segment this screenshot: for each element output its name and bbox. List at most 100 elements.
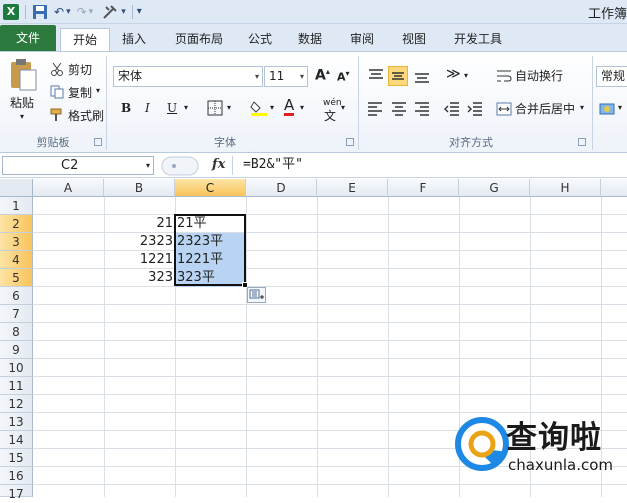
insert-function-button[interactable]: fx	[212, 157, 225, 172]
merge-center-icon	[496, 102, 512, 116]
number-format-combo[interactable]: 常规	[596, 66, 627, 87]
accounting-format-icon[interactable]	[598, 100, 616, 118]
paste-dropdown-icon[interactable]: ▾	[20, 112, 24, 121]
grow-font-icon[interactable]: A▴	[315, 67, 330, 84]
decrease-indent-icon[interactable]	[443, 100, 461, 118]
underline-button[interactable]: U	[167, 101, 177, 115]
tab-review[interactable]: 审阅	[342, 28, 382, 51]
font-size-dropdown-icon[interactable]: ▾	[300, 67, 304, 86]
row-header[interactable]: 8	[0, 323, 33, 341]
auto-fill-options-button[interactable]	[247, 287, 266, 303]
row-header[interactable]: 15	[0, 449, 33, 467]
save-icon[interactable]	[32, 4, 48, 20]
row-header[interactable]: 7	[0, 305, 33, 323]
cell-b3[interactable]: 2323	[104, 233, 175, 251]
align-right-icon[interactable]	[413, 100, 431, 118]
font-group-label: 字体	[214, 136, 236, 149]
merge-dropdown-icon[interactable]: ▾	[580, 103, 584, 112]
row-header[interactable]: 16	[0, 467, 33, 485]
column-header-partial[interactable]	[601, 179, 627, 197]
font-launcher-icon[interactable]	[346, 138, 354, 146]
align-bottom-icon[interactable]	[412, 66, 432, 86]
formula-input[interactable]: =B2&"平"	[232, 156, 627, 175]
orientation-dropdown-icon[interactable]: ▾	[464, 71, 468, 80]
tab-developer[interactable]: 开发工具	[446, 28, 510, 51]
accounting-dropdown-icon[interactable]: ▾	[618, 103, 622, 112]
tab-data[interactable]: 数据	[290, 28, 330, 51]
font-size-combo[interactable]: 11 ▾	[264, 66, 308, 87]
row-header[interactable]: 13	[0, 413, 33, 431]
borders-icon[interactable]	[207, 100, 223, 116]
paste-button[interactable]: 粘贴	[10, 94, 34, 111]
cell-b2[interactable]: 21	[104, 215, 175, 233]
undo-dropdown-icon[interactable]: ▾	[66, 3, 71, 21]
font-color-icon[interactable]: A	[284, 97, 295, 116]
font-color-dropdown-icon[interactable]: ▾	[300, 103, 304, 112]
fill-color-icon[interactable]	[250, 98, 268, 116]
align-center-icon[interactable]	[390, 100, 408, 118]
column-header-h[interactable]: H	[530, 179, 601, 197]
cut-button[interactable]: 剪切	[68, 61, 92, 78]
row-header[interactable]: 6	[0, 287, 33, 305]
copy-dropdown-icon[interactable]: ▾	[96, 86, 100, 95]
column-header-g[interactable]: G	[459, 179, 530, 197]
name-box[interactable]: C2 ▾	[2, 156, 154, 175]
shrink-font-icon[interactable]: A▾	[337, 69, 350, 84]
italic-button[interactable]: I	[145, 101, 150, 115]
font-name-dropdown-icon[interactable]: ▾	[255, 67, 259, 86]
row-header[interactable]: 11	[0, 377, 33, 395]
bold-button[interactable]: B	[121, 101, 131, 115]
underline-dropdown-icon[interactable]: ▾	[184, 103, 188, 112]
row-header[interactable]: 2	[0, 215, 33, 233]
paste-icon[interactable]	[8, 58, 38, 92]
increase-indent-icon[interactable]	[466, 100, 484, 118]
tab-formulas[interactable]: 公式	[240, 28, 280, 51]
row-header[interactable]: 14	[0, 431, 33, 449]
row-header[interactable]: 1	[0, 197, 33, 215]
select-all-corner[interactable]	[0, 179, 33, 197]
borders-dropdown-icon[interactable]: ▾	[227, 103, 231, 112]
align-left-icon[interactable]	[366, 100, 384, 118]
formula-bar-resize-icon[interactable]	[160, 156, 200, 176]
column-header-e[interactable]: E	[317, 179, 388, 197]
row-header[interactable]: 12	[0, 395, 33, 413]
copy-button[interactable]: 复制	[68, 84, 92, 101]
window-title: 工作簿	[587, 7, 627, 22]
tab-page-layout[interactable]: 页面布局	[164, 28, 234, 51]
tab-file[interactable]: 文件	[0, 25, 56, 51]
redo-icon[interactable]: ↷	[77, 3, 87, 21]
row-header[interactable]: 9	[0, 341, 33, 359]
orientation-icon[interactable]: ≫	[446, 66, 461, 82]
column-header-f[interactable]: F	[388, 179, 459, 197]
align-middle-button[interactable]	[388, 66, 408, 86]
clipboard-launcher-icon[interactable]	[94, 138, 102, 146]
row-header[interactable]: 10	[0, 359, 33, 377]
tab-home[interactable]: 开始	[60, 28, 110, 51]
column-header-b[interactable]: B	[104, 179, 175, 197]
tools-icon[interactable]	[101, 4, 119, 20]
row-header[interactable]: 4	[0, 251, 33, 269]
cell-b4[interactable]: 1221	[104, 251, 175, 269]
tab-view[interactable]: 视图	[394, 28, 434, 51]
alignment-launcher-icon[interactable]	[578, 138, 586, 146]
merge-center-button[interactable]: 合并后居中	[515, 100, 575, 117]
column-header-c[interactable]: C	[175, 179, 246, 197]
tab-insert[interactable]: 插入	[114, 28, 154, 51]
undo-icon[interactable]: ↶	[54, 3, 64, 21]
tools-dropdown-icon[interactable]: ▾	[121, 3, 126, 21]
align-top-icon[interactable]	[366, 66, 386, 86]
row-header[interactable]: 3	[0, 233, 33, 251]
column-header-a[interactable]: A	[33, 179, 104, 197]
row-header[interactable]: 5	[0, 269, 33, 287]
wrap-text-button[interactable]: 自动换行	[515, 67, 563, 84]
customize-qat-icon[interactable]: ▾	[137, 3, 142, 21]
format-painter-button[interactable]: 格式刷	[68, 107, 104, 124]
phonetic-dropdown-icon[interactable]: ▾	[341, 103, 345, 112]
row-header[interactable]: 17	[0, 485, 33, 501]
font-name-combo[interactable]: 宋体 ▾	[113, 66, 263, 87]
redo-dropdown-icon[interactable]: ▾	[89, 3, 94, 21]
fill-color-dropdown-icon[interactable]: ▾	[270, 103, 274, 112]
name-box-dropdown-icon[interactable]: ▾	[146, 157, 150, 174]
column-header-d[interactable]: D	[246, 179, 317, 197]
cell-b5[interactable]: 323	[104, 269, 175, 287]
